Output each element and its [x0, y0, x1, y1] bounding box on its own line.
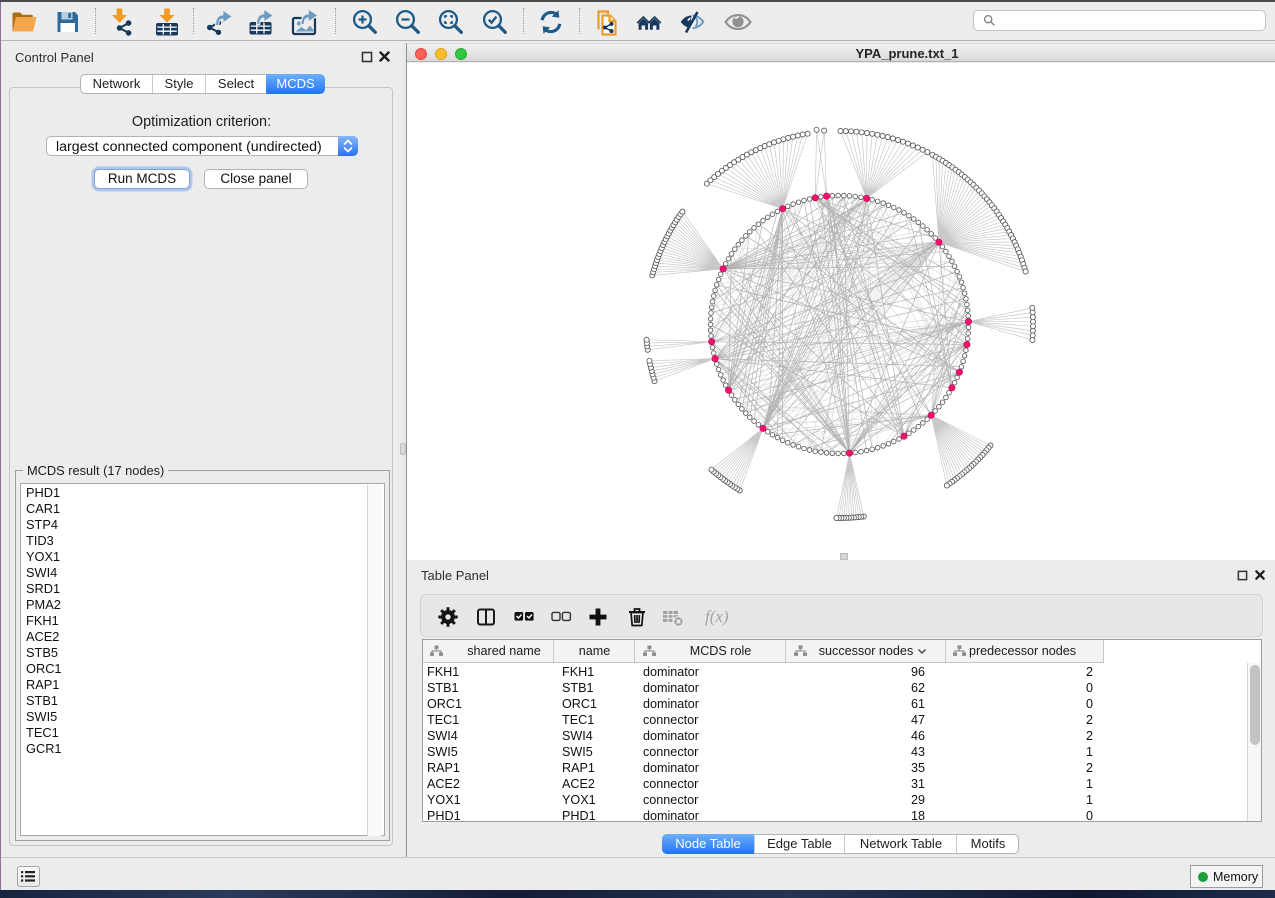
svg-text:f(x): f(x): [705, 607, 729, 626]
